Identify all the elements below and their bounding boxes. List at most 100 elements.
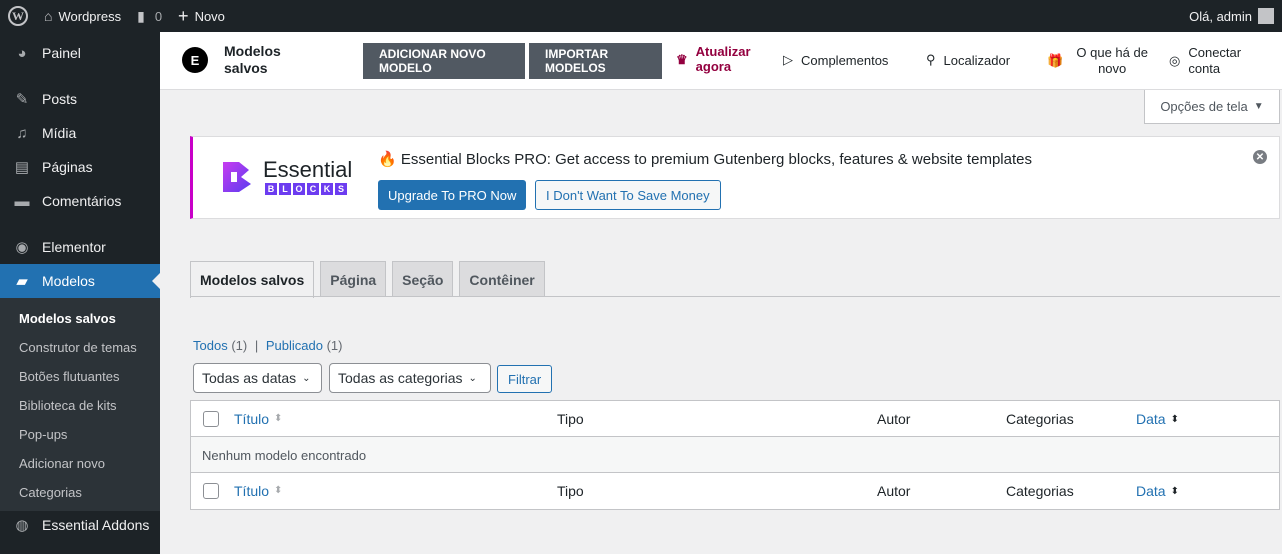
pin-icon: ✎ [15,91,29,108]
column-date-header[interactable]: Data ⬍ [1136,401,1179,437]
select-all-checkbox[interactable] [203,411,219,427]
brand-letter: O [293,183,305,195]
screen-options-label: Opções de tela [1160,99,1248,114]
submenu-item-pop-ups[interactable]: Pop-ups [0,420,160,449]
connect-account-link[interactable]: ◎ Conectar conta [1169,45,1248,77]
sidebar-item-label: Mídia [42,125,77,141]
column-categories-header: Categorias [1006,483,1074,499]
tabs-divider [190,296,1280,297]
brand-letter: L [279,183,291,195]
add-new-template-button[interactable]: ADICIONAR NOVO MODELO [363,43,525,79]
column-title-label: Título [234,411,270,427]
column-title-label: Título [234,483,270,499]
submenu-item-modelos-salvos[interactable]: Modelos salvos [0,304,160,333]
submenu-item-categorias[interactable]: Categorias [0,478,160,507]
chevron-down-icon: ⌄ [302,372,311,384]
tab-secao[interactable]: Seção [392,261,454,297]
sidebar-item-midia[interactable]: ♫ Mídia [0,116,160,150]
sidebar-item-painel[interactable]: ◕ Painel [0,36,160,70]
brand-letter: S [335,183,347,195]
elementor-header: E Modelos salvos ADICIONAR NOVO MODELO I… [160,32,1282,90]
column-author-header: Autor [877,411,911,427]
connect-label: Conectar conta [1188,45,1242,76]
sidebar-item-posts[interactable]: ✎ Posts [0,82,160,116]
tab-modelos-salvos[interactable]: Modelos salvos [190,261,315,298]
wordpress-logo-button[interactable]: W [0,0,36,32]
templates-table: Título ⬍ Tipo Autor Categorias Data ⬍ Nenh… [190,400,1280,510]
select-all-checkbox[interactable] [203,483,219,499]
avatar [1258,8,1274,24]
sidebar-item-essential-addons[interactable]: ◍ Essential Addons [0,511,160,539]
submenu-item-biblioteca-kits[interactable]: Biblioteca de kits [0,391,160,420]
column-title-header[interactable]: Título ⬍ [234,473,282,509]
date-filter-value: Todas as datas [202,370,297,386]
view-all-count: (1) [231,338,248,353]
finder-label: Localizador [943,52,1011,68]
new-label: Novo [194,8,225,24]
submenu-item-adicionar-novo[interactable]: Adicionar novo [0,449,160,478]
date-filter-select[interactable]: Todas as datas ⌄ [193,363,322,393]
view-published-link[interactable]: Publicado [266,338,323,353]
new-content-link[interactable]: + Novo [170,0,233,32]
upgrade-label: Atualizar agora [695,44,751,74]
table-header-row: Título ⬍ Tipo Autor Categorias Data ⬍ [191,401,1279,437]
column-date-label: Data [1136,411,1166,427]
filter-button[interactable]: Filtrar [497,365,553,393]
column-date-header[interactable]: Data ⬍ [1136,473,1179,509]
sort-icon: ⬍ [1170,485,1179,497]
sidebar-item-comentarios[interactable]: ▬ Comentários [0,184,160,218]
upgrade-link[interactable]: ♛ Atualizar agora [676,44,752,74]
import-templates-button[interactable]: IMPORTAR MODELOS [529,43,662,79]
site-name-link[interactable]: ⌂ Wordpress [36,0,129,32]
dismiss-offer-button[interactable]: I Don't Want To Save Money [535,180,721,210]
finder-link[interactable]: ⚲ Localizador [926,52,1010,68]
screen-options-button[interactable]: Opções de tela ▼ [1144,90,1280,124]
sidebar-item-label: Painel [42,45,81,61]
account-menu[interactable]: Olá, admin [1181,0,1282,32]
page-title: Modelos salvos [224,43,281,76]
admin-sidebar: ◕ Painel ✎ Posts ♫ Mídia ▤ Páginas ▬ Com… [0,32,160,554]
column-title-header[interactable]: Título ⬍ [234,401,282,437]
media-icon: ♫ [16,124,28,142]
complements-label: Complementos [801,52,889,68]
modelos-submenu: Modelos salvos Construtor de temas Botõe… [0,298,160,511]
whats-new-label: O que há de novo [1076,45,1148,76]
promo-notice: Essential B L O C K S 🔥 Essential Blocks… [190,136,1280,219]
sidebar-item-label: Essential Addons [42,517,150,533]
sidebar-item-elementor[interactable]: ◉ Elementor [0,230,160,264]
category-filter-value: Todas as categorias [338,370,463,386]
view-all-link[interactable]: Todos [193,338,228,353]
comment-icon: ▮ [137,7,145,24]
submenu-item-botoes-flutuantes[interactable]: Botões flutuantes [0,362,160,391]
brand-letter: C [307,183,319,195]
elementor-logo-icon: E [182,47,208,73]
whats-new-link[interactable]: 🎁 O que há de novo [1047,45,1153,77]
column-date-label: Data [1136,483,1166,499]
column-categories-header: Categorias [1006,411,1074,427]
brand-word: Essential [263,157,353,182]
sidebar-item-label: Elementor [42,239,106,255]
pages-icon: ▤ [14,159,30,176]
column-type-header: Tipo [557,411,584,427]
brand-letters: B L O C K S [265,183,347,195]
wordpress-logo-icon: W [8,6,28,26]
site-name: Wordpress [58,8,122,24]
crown-icon: ♛ [676,51,688,67]
sidebar-item-modelos[interactable]: ▰ Modelos [0,264,160,298]
submenu-item-construtor-temas[interactable]: Construtor de temas [0,333,160,362]
close-icon[interactable]: ✕ [1253,150,1267,164]
brand-letter: K [321,183,333,195]
upgrade-pro-button[interactable]: Upgrade To PRO Now [378,180,527,210]
complements-link[interactable]: ▷ Complementos [783,52,888,68]
category-filter-select[interactable]: Todas as categorias ⌄ [329,363,491,393]
sidebar-item-paginas[interactable]: ▤ Páginas [0,150,160,184]
search-icon: ⚲ [926,52,936,67]
admin-bar: W ⌂ Wordpress ▮ 0 + Novo Olá, admin [0,0,1282,32]
column-type-header: Tipo [557,483,584,499]
comments-link[interactable]: ▮ 0 [129,0,170,32]
template-type-tabs: Modelos salvos Página Seção Contêiner [190,261,551,298]
sort-icon: ⬍ [1170,413,1179,425]
tab-conteiner[interactable]: Contêiner [459,261,545,297]
essential-blocks-logo-icon [223,162,251,192]
tab-pagina[interactable]: Página [320,261,387,297]
